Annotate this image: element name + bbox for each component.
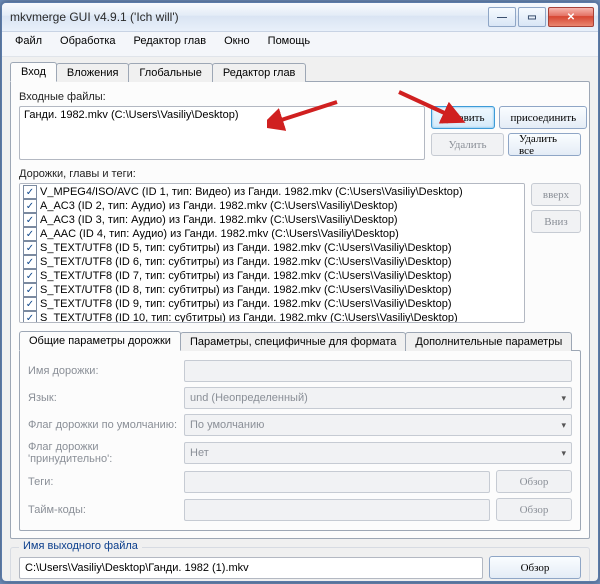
menu-help[interactable]: Помощь [261,34,318,54]
forced-flag-select: Нет [184,442,572,464]
output-browse-button[interactable]: Обзор [489,556,581,579]
tab-attachments[interactable]: Вложения [56,63,130,82]
minimize-button[interactable]: — [488,7,516,27]
track-row[interactable]: ✓S_TEXT/UTF8 (ID 10, тип: субтитры) из Г… [22,311,522,323]
track-checkbox[interactable]: ✓ [23,213,37,227]
input-panel: Входные файлы: Ганди. 1982.mkv (C:\Users… [10,81,590,539]
track-checkbox[interactable]: ✓ [23,241,37,255]
track-label: S_TEXT/UTF8 (ID 5, тип: субтитры) из Ган… [40,242,452,254]
tab-chapter-editor[interactable]: Редактор глав [212,63,307,82]
track-row[interactable]: ✓S_TEXT/UTF8 (ID 5, тип: субтитры) из Га… [22,241,522,255]
output-file-input[interactable]: C:\Users\Vasiliy\Desktop\Ганди. 1982 (1)… [19,557,483,579]
tags-browse-button: Обзор [496,470,572,493]
input-files-label: Входные файлы: [19,91,581,103]
language-select: und (Неопределенный) [184,387,572,409]
up-button: вверх [531,183,581,206]
track-checkbox[interactable]: ✓ [23,311,37,323]
track-checkbox[interactable]: ✓ [23,255,37,269]
tab-extra-params[interactable]: Дополнительные параметры [405,332,572,351]
track-name-label: Имя дорожки: [28,365,184,377]
track-row[interactable]: ✓V_MPEG4/ISO/AVC (ID 1, тип: Видео) из Г… [22,185,522,199]
maximize-button[interactable]: ▭ [518,7,546,27]
menu-chapters[interactable]: Редактор глав [127,34,214,54]
track-checkbox[interactable]: ✓ [23,185,37,199]
track-label: S_TEXT/UTF8 (ID 10, тип: субтитры) из Га… [40,312,458,323]
window-title: mkvmerge GUI v4.9.1 ('Ich will') [10,10,486,24]
menu-window[interactable]: Окно [217,34,257,54]
track-label: A_AAC (ID 4, тип: Аудио) из Ганди. 1982.… [40,228,399,240]
main-tabs: Вход Вложения Глобальные Редактор глав [10,61,590,81]
track-label: S_TEXT/UTF8 (ID 8, тип: субтитры) из Ган… [40,284,452,296]
add-button[interactable]: добавить [431,106,495,129]
language-label: Язык: [28,392,184,404]
titlebar[interactable]: mkvmerge GUI v4.9.1 ('Ich will') — ▭ ✕ [2,3,598,32]
track-row[interactable]: ✓A_AC3 (ID 2, тип: Аудио) из Ганди. 1982… [22,199,522,213]
tab-general-params[interactable]: Общие параметры дорожки [19,331,181,351]
menu-file[interactable]: Файл [8,34,49,54]
tab-global[interactable]: Глобальные [128,63,212,82]
output-label: Имя выходного файла [19,540,142,552]
track-label: A_AC3 (ID 2, тип: Аудио) из Ганди. 1982.… [40,200,398,212]
track-row[interactable]: ✓A_AAC (ID 4, тип: Аудио) из Ганди. 1982… [22,227,522,241]
tab-format-params[interactable]: Параметры, специфичные для формата [180,332,406,351]
default-flag-select: По умолчанию [184,414,572,436]
tags-input [184,471,490,493]
timecodes-input [184,499,490,521]
track-row[interactable]: ✓S_TEXT/UTF8 (ID 7, тип: субтитры) из Га… [22,269,522,283]
forced-flag-label: Флаг дорожки 'принудительно': [28,441,184,465]
tracks-list[interactable]: ✓V_MPEG4/ISO/AVC (ID 1, тип: Видео) из Г… [19,183,525,323]
input-files-list[interactable]: Ганди. 1982.mkv (C:\Users\Vasiliy\Deskto… [19,106,425,160]
track-label: V_MPEG4/ISO/AVC (ID 1, тип: Видео) из Га… [40,186,463,198]
timecodes-browse-button: Обзор [496,498,572,521]
track-checkbox[interactable]: ✓ [23,227,37,241]
output-group: Имя выходного файла C:\Users\Vasiliy\Des… [10,547,590,582]
param-tabs: Общие параметры дорожки Параметры, специ… [19,330,581,350]
track-label: S_TEXT/UTF8 (ID 9, тип: субтитры) из Ган… [40,298,452,310]
track-checkbox[interactable]: ✓ [23,297,37,311]
append-button[interactable]: присоединить [499,106,587,129]
track-row[interactable]: ✓S_TEXT/UTF8 (ID 6, тип: субтитры) из Га… [22,255,522,269]
track-checkbox[interactable]: ✓ [23,199,37,213]
track-label: S_TEXT/UTF8 (ID 7, тип: субтитры) из Ган… [40,270,452,282]
menubar: Файл Обработка Редактор глав Окно Помощь [2,32,598,57]
track-row[interactable]: ✓A_AC3 (ID 3, тип: Аудио) из Ганди. 1982… [22,213,522,227]
timecodes-label: Тайм-коды: [28,504,184,516]
down-button: Вниз [531,210,581,233]
track-row[interactable]: ✓S_TEXT/UTF8 (ID 8, тип: субтитры) из Га… [22,283,522,297]
general-params-panel: Имя дорожки: Язык: und (Неопределенный) … [19,350,581,531]
track-row[interactable]: ✓S_TEXT/UTF8 (ID 9, тип: субтитры) из Га… [22,297,522,311]
track-label: A_AC3 (ID 3, тип: Аудио) из Ганди. 1982.… [40,214,398,226]
tab-input[interactable]: Вход [10,62,57,82]
track-label: S_TEXT/UTF8 (ID 6, тип: субтитры) из Ган… [40,256,452,268]
close-button[interactable]: ✕ [548,7,594,27]
menu-process[interactable]: Обработка [53,34,122,54]
input-file-item[interactable]: Ганди. 1982.mkv (C:\Users\Vasiliy\Deskto… [24,109,420,121]
track-checkbox[interactable]: ✓ [23,269,37,283]
tracks-label: Дорожки, главы и теги: [19,168,581,180]
default-flag-label: Флаг дорожки по умолчанию: [28,419,184,431]
remove-button: Удалить [431,133,504,156]
remove-all-button[interactable]: Удалить все [508,133,581,156]
track-name-input [184,360,572,382]
tags-label: Теги: [28,476,184,488]
track-checkbox[interactable]: ✓ [23,283,37,297]
